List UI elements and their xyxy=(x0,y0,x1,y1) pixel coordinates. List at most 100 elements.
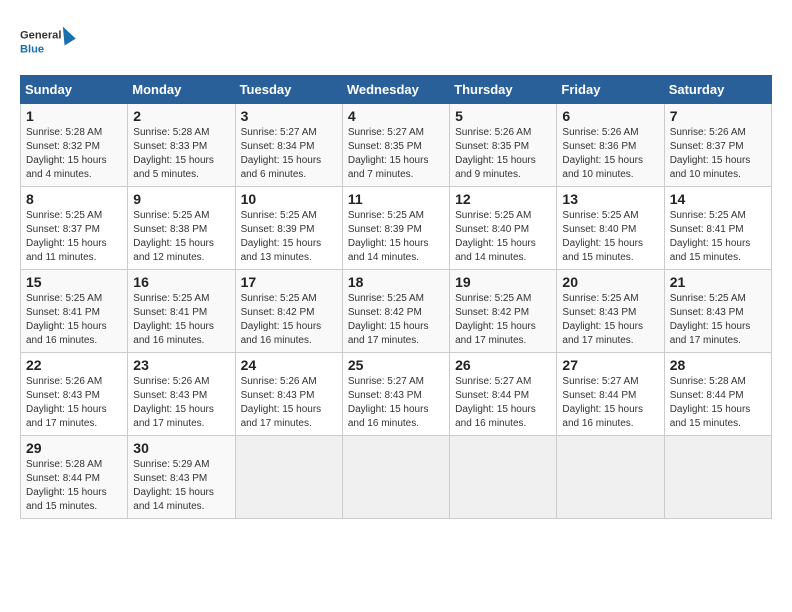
calendar-cell: 16 Sunrise: 5:25 AMSunset: 8:41 PMDayligh… xyxy=(128,270,235,353)
day-number: 15 xyxy=(26,274,122,290)
calendar-cell: 25 Sunrise: 5:27 AMSunset: 8:43 PMDayligh… xyxy=(342,353,449,436)
day-info: Sunrise: 5:26 AMSunset: 8:43 PMDaylight:… xyxy=(133,375,229,431)
calendar-cell: 17 Sunrise: 5:25 AMSunset: 8:42 PMDayligh… xyxy=(235,270,342,353)
day-info: Sunrise: 5:25 AMSunset: 8:39 PMDaylight:… xyxy=(241,209,337,265)
header-row: SundayMondayTuesdayWednesdayThursdayFrid… xyxy=(21,76,772,104)
calendar-cell: 12 Sunrise: 5:25 AMSunset: 8:40 PMDayligh… xyxy=(450,187,557,270)
svg-text:Blue: Blue xyxy=(20,43,44,55)
day-info: Sunrise: 5:26 AMSunset: 8:35 PMDaylight:… xyxy=(455,126,551,182)
day-number: 11 xyxy=(348,191,444,207)
calendar-cell: 26Sunrise: 5:27 AMSunset: 8:44 PMDayligh… xyxy=(450,353,557,436)
logo: General Blue xyxy=(20,20,80,65)
calendar-cell xyxy=(557,436,664,519)
day-info: Sunrise: 5:28 AMSunset: 8:44 PMDaylight:… xyxy=(26,458,122,514)
calendar-cell: 8 Sunrise: 5:25 AMSunset: 8:37 PMDaylight… xyxy=(21,187,128,270)
day-number: 19 xyxy=(455,274,551,290)
calendar-cell: 20 Sunrise: 5:25 AMSunset: 8:43 PMDayligh… xyxy=(557,270,664,353)
calendar-table: SundayMondayTuesdayWednesdayThursdayFrid… xyxy=(20,75,772,519)
day-number: 7 xyxy=(670,108,766,124)
day-number: 9 xyxy=(133,191,229,207)
calendar-cell: 11 Sunrise: 5:25 AMSunset: 8:39 PMDayligh… xyxy=(342,187,449,270)
day-info: Sunrise: 5:28 AMSunset: 8:33 PMDaylight:… xyxy=(133,126,229,182)
calendar-cell: 27 Sunrise: 5:27 AMSunset: 8:44 PMDayligh… xyxy=(557,353,664,436)
calendar-cell: 19 Sunrise: 5:25 AMSunset: 8:42 PMDayligh… xyxy=(450,270,557,353)
day-number: 29 xyxy=(26,440,122,456)
calendar-cell: 10 Sunrise: 5:25 AMSunset: 8:39 PMDayligh… xyxy=(235,187,342,270)
page-header: General Blue xyxy=(20,20,772,65)
day-info: Sunrise: 5:26 AMSunset: 8:43 PMDaylight:… xyxy=(241,375,337,431)
day-number: 14 xyxy=(670,191,766,207)
day-number: 21 xyxy=(670,274,766,290)
day-info: Sunrise: 5:25 AMSunset: 8:43 PMDaylight:… xyxy=(670,292,766,348)
day-number: 20 xyxy=(562,274,658,290)
day-info: Sunrise: 5:27 AMSunset: 8:34 PMDaylight:… xyxy=(241,126,337,182)
day-number: 10 xyxy=(241,191,337,207)
calendar-cell xyxy=(450,436,557,519)
day-info: Sunrise: 5:26 AMSunset: 8:37 PMDaylight:… xyxy=(670,126,766,182)
column-header-sunday: Sunday xyxy=(21,76,128,104)
calendar-cell xyxy=(235,436,342,519)
column-header-saturday: Saturday xyxy=(664,76,771,104)
calendar-cell: 21 Sunrise: 5:25 AMSunset: 8:43 PMDayligh… xyxy=(664,270,771,353)
calendar-cell: 29 Sunrise: 5:28 AMSunset: 8:44 PMDayligh… xyxy=(21,436,128,519)
day-info: Sunrise: 5:25 AMSunset: 8:42 PMDaylight:… xyxy=(348,292,444,348)
day-number: 25 xyxy=(348,357,444,373)
calendar-cell: 18 Sunrise: 5:25 AMSunset: 8:42 PMDayligh… xyxy=(342,270,449,353)
day-info: Sunrise: 5:25 AMSunset: 8:37 PMDaylight:… xyxy=(26,209,122,265)
calendar-cell: 1Sunrise: 5:28 AMSunset: 8:32 PMDaylight… xyxy=(21,104,128,187)
day-info: Sunrise: 5:28 AMSunset: 8:32 PMDaylight:… xyxy=(26,126,122,182)
calendar-cell: 14 Sunrise: 5:25 AMSunset: 8:41 PMDayligh… xyxy=(664,187,771,270)
calendar-cell xyxy=(664,436,771,519)
calendar-cell xyxy=(342,436,449,519)
day-number: 3 xyxy=(241,108,337,124)
day-info: Sunrise: 5:29 AMSunset: 8:43 PMDaylight:… xyxy=(133,458,229,514)
calendar-cell: 4 Sunrise: 5:27 AMSunset: 8:35 PMDaylight… xyxy=(342,104,449,187)
day-number: 18 xyxy=(348,274,444,290)
calendar-cell: 30Sunrise: 5:29 AMSunset: 8:43 PMDayligh… xyxy=(128,436,235,519)
day-number: 28 xyxy=(670,357,766,373)
calendar-cell: 6 Sunrise: 5:26 AMSunset: 8:36 PMDaylight… xyxy=(557,104,664,187)
day-info: Sunrise: 5:27 AMSunset: 8:43 PMDaylight:… xyxy=(348,375,444,431)
day-number: 13 xyxy=(562,191,658,207)
column-header-tuesday: Tuesday xyxy=(235,76,342,104)
day-info: Sunrise: 5:25 AMSunset: 8:42 PMDaylight:… xyxy=(241,292,337,348)
column-header-monday: Monday xyxy=(128,76,235,104)
day-info: Sunrise: 5:25 AMSunset: 8:41 PMDaylight:… xyxy=(133,292,229,348)
calendar-cell: 28 Sunrise: 5:28 AMSunset: 8:44 PMDayligh… xyxy=(664,353,771,436)
calendar-cell: 7 Sunrise: 5:26 AMSunset: 8:37 PMDaylight… xyxy=(664,104,771,187)
column-header-thursday: Thursday xyxy=(450,76,557,104)
day-info: Sunrise: 5:25 AMSunset: 8:40 PMDaylight:… xyxy=(562,209,658,265)
calendar-cell: 22Sunrise: 5:26 AMSunset: 8:43 PMDayligh… xyxy=(21,353,128,436)
day-info: Sunrise: 5:25 AMSunset: 8:40 PMDaylight:… xyxy=(455,209,551,265)
day-info: Sunrise: 5:26 AMSunset: 8:36 PMDaylight:… xyxy=(562,126,658,182)
day-info: Sunrise: 5:27 AMSunset: 8:44 PMDaylight:… xyxy=(562,375,658,431)
day-number: 26 xyxy=(455,357,551,373)
calendar-cell: 5Sunrise: 5:26 AMSunset: 8:35 PMDaylight… xyxy=(450,104,557,187)
day-info: Sunrise: 5:25 AMSunset: 8:43 PMDaylight:… xyxy=(562,292,658,348)
calendar-week-row: 22Sunrise: 5:26 AMSunset: 8:43 PMDayligh… xyxy=(21,353,772,436)
day-number: 23 xyxy=(133,357,229,373)
day-number: 27 xyxy=(562,357,658,373)
day-info: Sunrise: 5:28 AMSunset: 8:44 PMDaylight:… xyxy=(670,375,766,431)
day-number: 24 xyxy=(241,357,337,373)
calendar-week-row: 29 Sunrise: 5:28 AMSunset: 8:44 PMDayligh… xyxy=(21,436,772,519)
calendar-week-row: 15 Sunrise: 5:25 AMSunset: 8:41 PMDayligh… xyxy=(21,270,772,353)
calendar-week-row: 1Sunrise: 5:28 AMSunset: 8:32 PMDaylight… xyxy=(21,104,772,187)
calendar-cell: 13 Sunrise: 5:25 AMSunset: 8:40 PMDayligh… xyxy=(557,187,664,270)
day-info: Sunrise: 5:25 AMSunset: 8:41 PMDaylight:… xyxy=(670,209,766,265)
day-info: Sunrise: 5:27 AMSunset: 8:35 PMDaylight:… xyxy=(348,126,444,182)
day-number: 16 xyxy=(133,274,229,290)
logo-icon: General Blue xyxy=(20,20,80,65)
day-info: Sunrise: 5:26 AMSunset: 8:43 PMDaylight:… xyxy=(26,375,122,431)
day-number: 6 xyxy=(562,108,658,124)
calendar-week-row: 8 Sunrise: 5:25 AMSunset: 8:37 PMDaylight… xyxy=(21,187,772,270)
day-number: 17 xyxy=(241,274,337,290)
calendar-cell: 15Sunrise: 5:25 AMSunset: 8:41 PMDayligh… xyxy=(21,270,128,353)
calendar-cell: 24 Sunrise: 5:26 AMSunset: 8:43 PMDayligh… xyxy=(235,353,342,436)
day-number: 4 xyxy=(348,108,444,124)
calendar-cell: 23 Sunrise: 5:26 AMSunset: 8:43 PMDayligh… xyxy=(128,353,235,436)
day-number: 8 xyxy=(26,191,122,207)
day-info: Sunrise: 5:25 AMSunset: 8:42 PMDaylight:… xyxy=(455,292,551,348)
day-number: 12 xyxy=(455,191,551,207)
day-info: Sunrise: 5:25 AMSunset: 8:39 PMDaylight:… xyxy=(348,209,444,265)
